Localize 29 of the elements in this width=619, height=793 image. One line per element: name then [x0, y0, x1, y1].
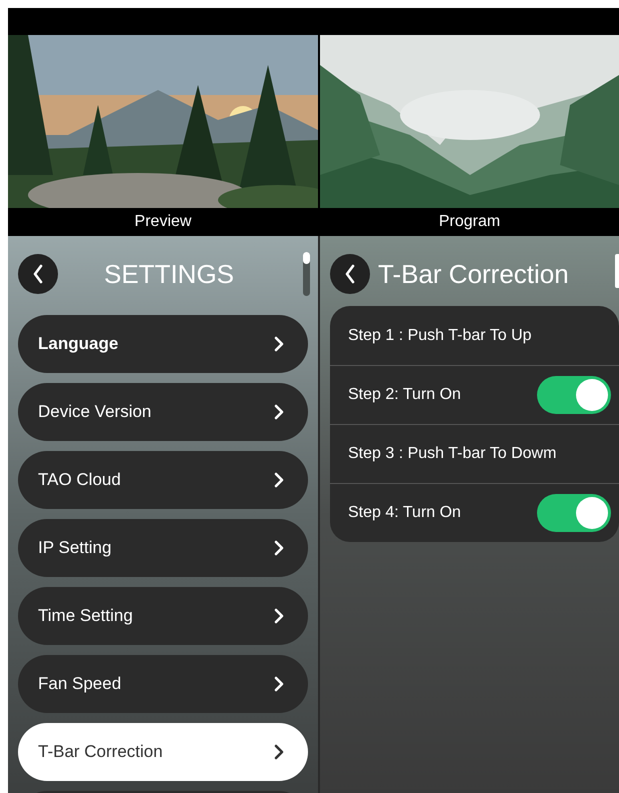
back-icon: [32, 264, 44, 284]
menu-item[interactable]: T-Bar Correction: [18, 723, 308, 781]
chevron-right-icon: [274, 540, 284, 556]
chevron-right-icon: [274, 608, 284, 624]
monitor-label: Program: [438, 212, 500, 232]
back-button[interactable]: [18, 254, 58, 294]
settings-title: SETTINGS: [104, 258, 234, 290]
menu-item[interactable]: Time Setting: [18, 587, 308, 645]
menu-item[interactable]: TAO Cloud: [18, 451, 308, 509]
step-label: Step 1 : Push T-bar To Up: [348, 326, 532, 346]
scrollbar-drawing: [303, 252, 310, 296]
step-label: Step 4: Turn On: [348, 503, 461, 523]
menu-item[interactable]: Language: [18, 315, 308, 373]
chevron-right-icon: [274, 744, 284, 760]
toggle-switch[interactable]: [537, 494, 611, 532]
monitor-label: Preview: [134, 212, 192, 232]
chevron-right-icon: [274, 336, 284, 352]
menu-item[interactable]: Device Version: [18, 383, 308, 441]
back-button[interactable]: [330, 254, 370, 294]
back-icon: [344, 264, 356, 284]
menu-item[interactable]: Fan Speed: [18, 655, 308, 713]
chevron-right-icon: [274, 472, 284, 488]
page-title: T-Bar Correction: [378, 258, 569, 290]
toggle-switch[interactable]: [537, 376, 611, 414]
chevron-right-icon: [274, 676, 284, 692]
chevron-right-icon: [274, 404, 284, 420]
step-label: Step 3 : Push T-bar To Dowm: [348, 444, 556, 464]
step-label: Step 2: Turn On: [348, 385, 461, 405]
menu-item[interactable]: IP Setting: [18, 519, 308, 577]
